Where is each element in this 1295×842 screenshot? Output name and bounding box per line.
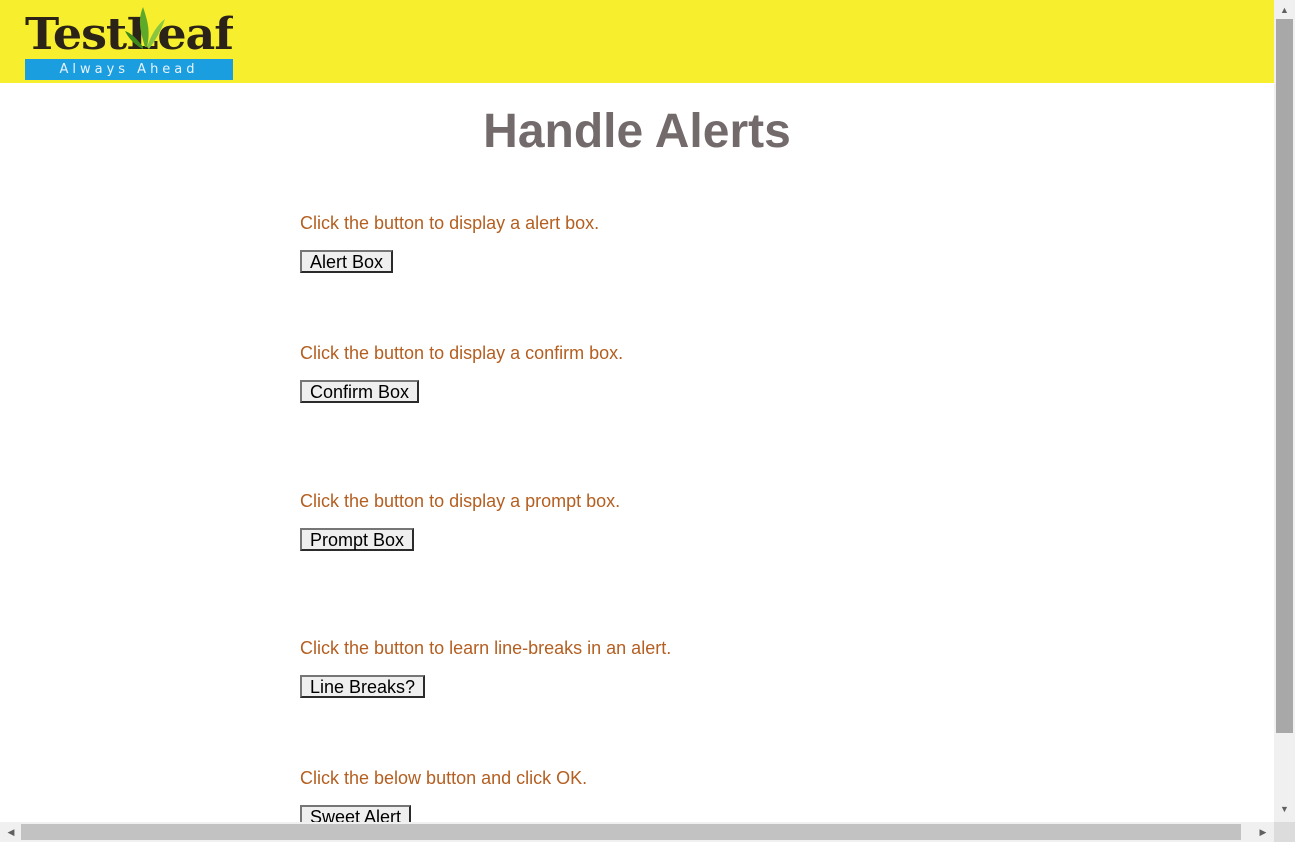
arrow-right-icon[interactable]: ▶ bbox=[1253, 822, 1273, 842]
sweet-alert-instruction: Click the below button and click OK. bbox=[300, 768, 588, 788]
logo-wordmark-graphic: TestLeaf bbox=[25, 7, 238, 60]
testleaf-logo[interactable]: TestLeaf Always Ahead bbox=[25, 3, 238, 80]
logo-wordmark: TestLeaf bbox=[25, 3, 238, 60]
arrow-up-icon[interactable]: ▲ bbox=[1274, 2, 1295, 19]
horizontal-scrollbar[interactable]: ◀ ▶ bbox=[0, 822, 1274, 842]
prompt-box-section: Click the button to display a prompt box… bbox=[300, 490, 620, 551]
page-viewport: TestLeaf Always Ahead Handle Alerts Clic… bbox=[0, 0, 1274, 822]
sweet-alert-button[interactable]: Sweet Alert bbox=[300, 805, 412, 822]
arrow-left-icon[interactable]: ◀ bbox=[1, 822, 21, 842]
sweet-alert-section: Click the below button and click OK. Swe… bbox=[300, 767, 587, 822]
confirm-box-section: Click the button to display a confirm bo… bbox=[300, 342, 623, 403]
horizontal-scrollbar-thumb[interactable] bbox=[21, 824, 1241, 840]
confirm-box-instruction: Click the button to display a confirm bo… bbox=[300, 343, 624, 363]
logo-tagline: Always Ahead bbox=[25, 59, 233, 80]
alert-box-button[interactable]: Alert Box bbox=[300, 250, 394, 273]
prompt-box-instruction: Click the button to display a prompt box… bbox=[300, 491, 621, 511]
page-title: Handle Alerts bbox=[483, 105, 791, 158]
vertical-scrollbar[interactable]: ▲ ▼ bbox=[1274, 0, 1295, 822]
scrollbar-corner bbox=[1274, 822, 1295, 842]
site-header: TestLeaf Always Ahead bbox=[0, 0, 1274, 83]
line-breaks-instruction: Click the button to learn line-breaks in… bbox=[300, 638, 672, 658]
prompt-box-button[interactable]: Prompt Box bbox=[300, 528, 415, 551]
alert-box-instruction: Click the button to display a alert box. bbox=[300, 213, 600, 233]
confirm-box-button[interactable]: Confirm Box bbox=[300, 380, 420, 403]
line-breaks-button[interactable]: Line Breaks? bbox=[300, 675, 426, 698]
line-breaks-section: Click the button to learn line-breaks in… bbox=[300, 637, 671, 698]
vertical-scrollbar-thumb[interactable] bbox=[1276, 19, 1293, 733]
arrow-down-icon[interactable]: ▼ bbox=[1274, 801, 1295, 818]
alert-box-section: Click the button to display a alert box.… bbox=[300, 212, 599, 273]
